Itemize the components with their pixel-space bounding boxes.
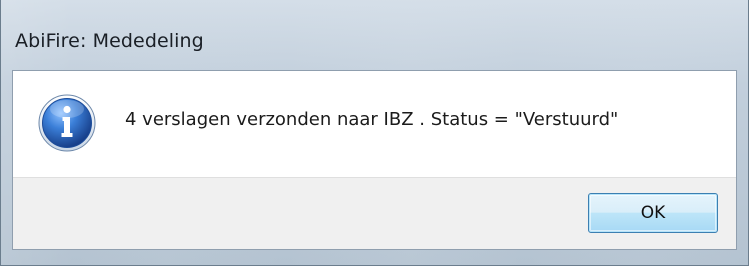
info-icon <box>37 93 97 153</box>
message-area: 4 verslagen verzonden naar IBZ . Status … <box>13 71 736 177</box>
button-footer: OK <box>13 177 736 249</box>
dialog-client-area: 4 verslagen verzonden naar IBZ . Status … <box>12 70 737 250</box>
message-text: 4 verslagen verzonden naar IBZ . Status … <box>125 109 619 130</box>
title-bar[interactable]: AbiFire: Mededeling <box>1 0 748 70</box>
focus-ring <box>593 198 713 228</box>
window-title: AbiFire: Mededeling <box>15 30 204 52</box>
ok-button[interactable]: OK <box>588 193 718 233</box>
dialog-window: AbiFire: Mededeling 4 verslagen verzonde… <box>0 0 749 266</box>
